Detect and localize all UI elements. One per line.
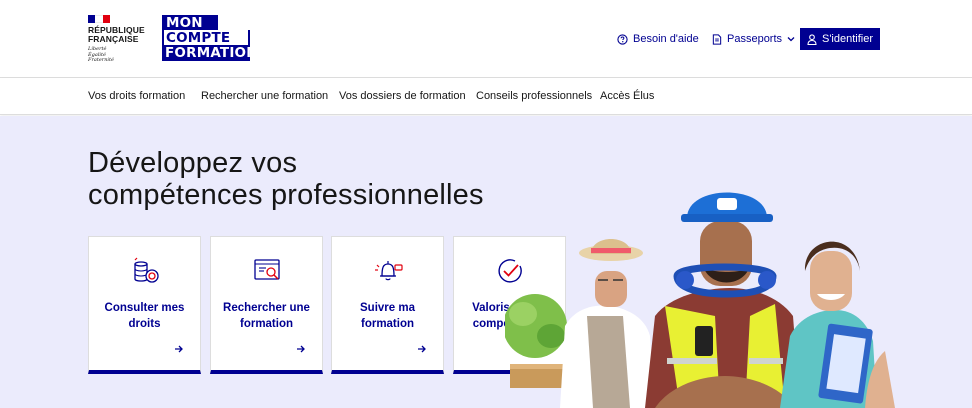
passports-menu[interactable]: Passeports	[712, 28, 795, 50]
republic-name: RÉPUBLIQUE FRANÇAISE	[88, 25, 145, 44]
hero-title-line-2: compétences professionnelles	[88, 179, 484, 211]
logo-line-2: COMPTE	[166, 30, 231, 46]
help-link[interactable]: Besoin d'aide	[617, 28, 699, 50]
republic-motto: Liberté Égalité Fraternité	[88, 46, 114, 64]
question-circle-icon	[617, 33, 628, 45]
farmer-figure	[560, 239, 655, 408]
workers-illustration	[505, 192, 895, 408]
coins-icon	[134, 257, 159, 283]
nav-item-droits[interactable]: Vos droits formation	[88, 90, 185, 102]
card-suivre-formation[interactable]: Suivre ma formation	[331, 236, 444, 374]
login-button[interactable]: S'identifier	[800, 28, 880, 50]
french-flag-icon	[88, 15, 110, 23]
arrow-right-icon	[297, 345, 305, 353]
user-icon	[807, 33, 817, 45]
chevron-down-icon	[787, 37, 795, 42]
card-label: Suivre ma formation	[360, 302, 415, 330]
document-icon	[712, 33, 722, 45]
passports-label: Passeports	[727, 33, 783, 45]
login-label: S'identifier	[821, 33, 873, 45]
construction-worker-figure	[645, 192, 800, 408]
nav-item-dossiers[interactable]: Vos dossiers de formation	[339, 90, 466, 102]
republique-francaise-logo[interactable]: RÉPUBLIQUE FRANÇAISE Liberté Égalité Fra…	[88, 15, 148, 65]
main-nav: Vos droits formation Rechercher une form…	[0, 78, 972, 115]
site-header: RÉPUBLIQUE FRANÇAISE Liberté Égalité Fra…	[0, 0, 972, 78]
nav-item-conseils[interactable]: Conseils professionnels	[476, 90, 592, 102]
logo-line-1: MON	[162, 15, 218, 30]
logo-line-3: FORMATION	[162, 45, 258, 61]
card-label: Consulter mes droits	[104, 302, 185, 330]
nav-item-acces-elus[interactable]: Accès Élus	[600, 90, 654, 102]
nurse-figure	[780, 241, 895, 408]
search-screen-icon	[254, 259, 280, 280]
bell-icon	[375, 261, 403, 281]
arrow-right-icon	[418, 345, 426, 353]
hero-title: Développez vos compétences professionnel…	[88, 147, 558, 211]
card-consulter-droits[interactable]: Consulter mes droits	[88, 236, 201, 374]
arrow-right-icon	[175, 345, 183, 353]
hero-title-line-1: Développez vos	[88, 147, 298, 179]
nav-item-rechercher[interactable]: Rechercher une formation	[201, 90, 328, 102]
card-rechercher-formation[interactable]: Rechercher une formation	[210, 236, 323, 374]
mon-compte-formation-logo[interactable]: MON COMPTE FORMATION	[162, 15, 258, 61]
card-label: Rechercher une formation	[223, 302, 310, 330]
help-link-label: Besoin d'aide	[633, 33, 699, 45]
hero-section: Développez vos compétences professionnel…	[0, 116, 972, 408]
